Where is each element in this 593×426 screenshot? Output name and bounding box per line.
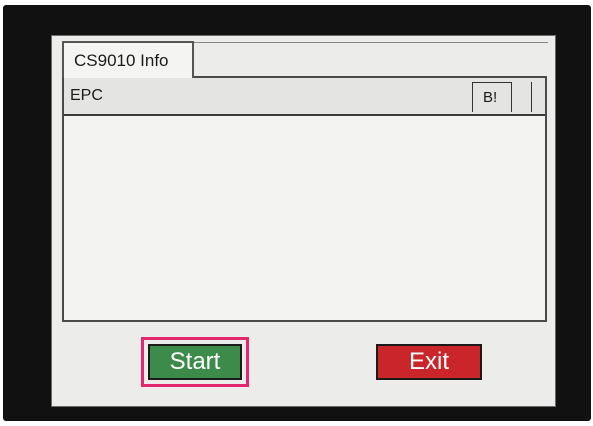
tag-list-body[interactable]	[64, 116, 545, 320]
tab-label: CS9010 Info	[74, 51, 169, 70]
tab-cs9010-info[interactable]: CS9010 Info	[62, 41, 194, 78]
app-screen: CS9010 Info EPC B! Start Exit	[51, 35, 556, 407]
tab-strip-line	[192, 42, 548, 43]
column-header-b: B!	[483, 89, 498, 106]
column-header-b-cell[interactable]: B!	[472, 82, 512, 112]
column-header-epc[interactable]: EPC	[70, 87, 103, 105]
tag-list-panel: EPC B!	[62, 76, 547, 322]
list-header: EPC B!	[64, 78, 545, 116]
device-bezel: CS9010 Info EPC B! Start Exit	[3, 5, 591, 421]
start-button[interactable]: Start	[141, 337, 249, 387]
column-header-spacer	[512, 82, 532, 112]
exit-button[interactable]: Exit	[376, 344, 482, 380]
